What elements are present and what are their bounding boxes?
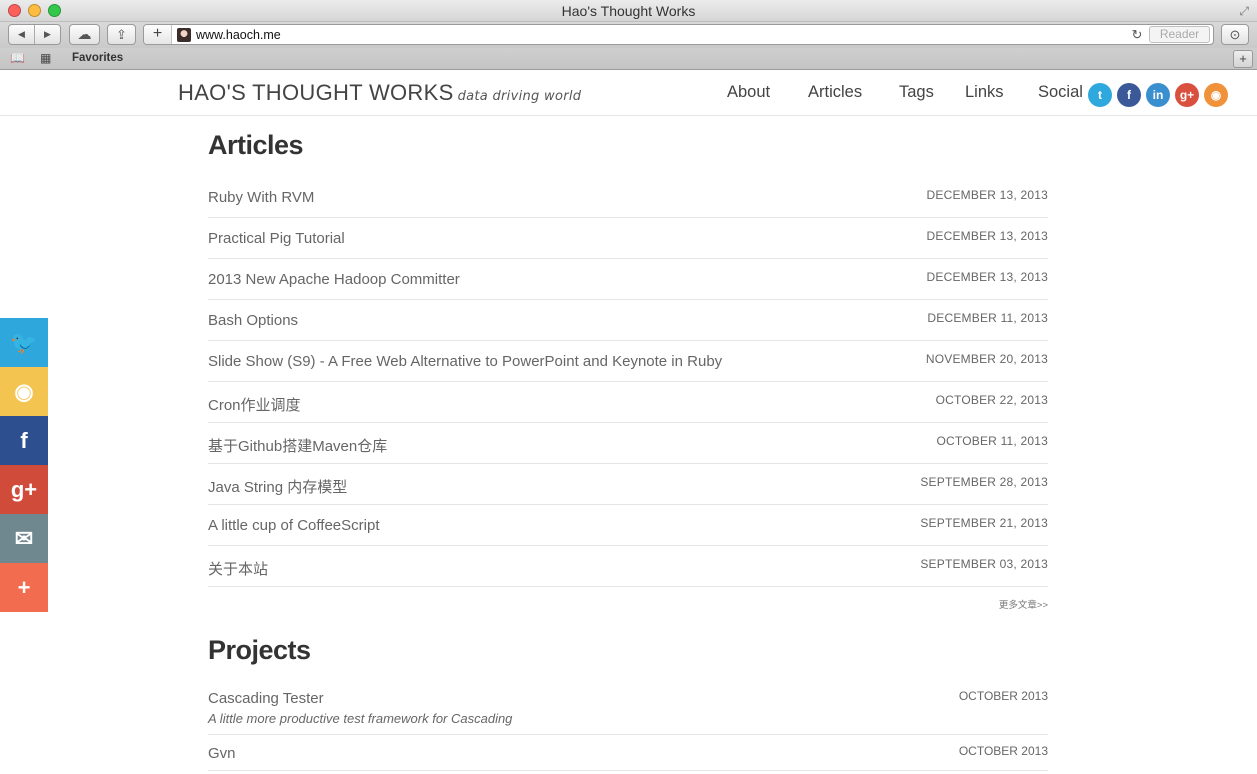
twitter-share-icon[interactable]: 🐦 — [0, 318, 48, 367]
site-tagline: data driving world — [457, 89, 582, 104]
back-forward-group: ◀ ▶ — [8, 24, 61, 45]
favorites-label[interactable]: Favorites — [72, 52, 123, 64]
article-date: OCTOBER 22, 2013 — [935, 393, 1048, 407]
article-date: DECEMBER 11, 2013 — [927, 311, 1048, 325]
article-title-link[interactable]: Practical Pig Tutorial — [208, 230, 345, 247]
back-icon[interactable]: ◀ — [9, 29, 34, 40]
fullscreen-icon[interactable]: ⤢ — [1239, 4, 1249, 19]
article-row: Java String 内存模型 SEPTEMBER 28, 2013 — [208, 464, 1048, 505]
article-title-link[interactable]: 2013 New Apache Hadoop Committer — [208, 271, 460, 288]
add-bookmark-plus-icon[interactable]: + — [1233, 50, 1253, 68]
article-row: 2013 New Apache Hadoop Committer DECEMBER… — [208, 259, 1048, 300]
article-date: DECEMBER 13, 2013 — [926, 188, 1048, 202]
more-share-icon[interactable]: + — [0, 563, 48, 612]
project-description: A little more productive test framework … — [208, 711, 513, 726]
nav-about[interactable]: About — [727, 83, 770, 102]
browser-toolbar: ◀ ▶ ☁ ⇪ + www.haoch.me ↻ Reader ⊙ — [0, 22, 1257, 48]
articles-heading: Articles — [208, 130, 304, 160]
site-header: HAO'S THOUGHT WORKS data driving world Ab… — [0, 71, 1257, 116]
project-title-link[interactable]: Cascading Tester — [208, 690, 1048, 707]
project-row: Cascading Tester A little more productive… — [208, 680, 1048, 735]
nav-articles[interactable]: Articles — [808, 83, 862, 102]
bookmarks-book-icon[interactable]: 📖 — [10, 51, 25, 65]
downloads-button[interactable]: ⊙ — [1221, 24, 1249, 45]
article-date: SEPTEMBER 28, 2013 — [920, 475, 1048, 489]
article-row: 基于Github搭建Maven仓库 OCTOBER 11, 2013 — [208, 423, 1048, 464]
main-content: Articles Ruby With RVM DECEMBER 13, 2013 P… — [208, 116, 1048, 771]
article-date: OCTOBER 11, 2013 — [936, 434, 1048, 448]
article-title-link[interactable]: Cron作业调度 — [208, 394, 301, 415]
share-button[interactable]: ⇪ — [107, 24, 136, 45]
projects-heading: Projects — [208, 635, 311, 665]
bookmarks-bar: 📖 ▦ Favorites + — [0, 48, 1257, 70]
article-title-link[interactable]: Java String 内存模型 — [208, 476, 347, 497]
project-row: Gvn OCTOBER 2013 — [208, 735, 1048, 771]
icloud-tabs-button[interactable]: ☁ — [69, 24, 100, 45]
article-title-link[interactable]: 基于Github搭建Maven仓库 — [208, 435, 387, 456]
share-icon: ⇪ — [116, 26, 127, 42]
article-row: 关于本站 SEPTEMBER 03, 2013 — [208, 546, 1048, 587]
article-row: Bash Options DECEMBER 11, 2013 — [208, 300, 1048, 341]
share-sidebar: 🐦 ◉ f g+ ✉ + — [0, 318, 48, 612]
article-row: A little cup of CoffeeScript SEPTEMBER 21… — [208, 505, 1048, 546]
download-icon: ⊙ — [1229, 26, 1241, 42]
nav-tags[interactable]: Tags — [899, 83, 934, 102]
url-input[interactable]: www.haoch.me — [196, 28, 1128, 42]
address-bar[interactable]: + www.haoch.me ↻ Reader — [143, 24, 1214, 45]
rss-icon[interactable]: ◉ — [1204, 83, 1228, 107]
more-articles-link[interactable]: 更多文章>> — [208, 597, 1048, 611]
article-row: Slide Show (S9) - A Free Web Alternative… — [208, 341, 1048, 382]
article-row: Practical Pig Tutorial DECEMBER 13, 2013 — [208, 218, 1048, 259]
article-title-link[interactable]: Ruby With RVM — [208, 189, 314, 206]
site-brand[interactable]: HAO'S THOUGHT WORKS data driving world — [178, 80, 581, 106]
nav-social[interactable]: Social — [1038, 83, 1083, 102]
article-title-link[interactable]: 关于本站 — [208, 558, 268, 579]
facebook-icon[interactable]: f — [1117, 83, 1141, 107]
new-tab-plus-icon[interactable]: + — [144, 25, 172, 44]
site-favicon-icon — [177, 27, 191, 42]
email-share-icon[interactable]: ✉ — [0, 514, 48, 563]
project-date: OCTOBER 2013 — [958, 744, 1048, 758]
article-list: Ruby With RVM DECEMBER 13, 2013 Practical … — [208, 177, 1048, 587]
google-plus-icon[interactable]: g+ — [1175, 83, 1199, 107]
top-sites-grid-icon[interactable]: ▦ — [40, 51, 51, 65]
article-date: DECEMBER 13, 2013 — [926, 270, 1048, 284]
article-title-link[interactable]: Bash Options — [208, 312, 298, 329]
twitter-icon[interactable]: t — [1088, 83, 1112, 107]
facebook-share-icon[interactable]: f — [0, 416, 48, 465]
article-row: Cron作业调度 OCTOBER 22, 2013 — [208, 382, 1048, 423]
window-title: Hao's Thought Works — [561, 3, 696, 19]
web-page: HAO'S THOUGHT WORKS data driving world Ab… — [0, 71, 1257, 774]
article-title-link[interactable]: Slide Show (S9) - A Free Web Alternative… — [208, 353, 722, 370]
nav-links[interactable]: Links — [965, 83, 1004, 102]
cloud-icon: ☁ — [77, 26, 92, 42]
article-date: NOVEMBER 20, 2013 — [925, 352, 1048, 366]
site-brand-title[interactable]: HAO'S THOUGHT WORKS — [178, 80, 454, 105]
article-row: Ruby With RVM DECEMBER 13, 2013 — [208, 177, 1048, 218]
window-titlebar: Hao's Thought Works ⤢ — [0, 0, 1257, 22]
weibo-share-icon[interactable]: ◉ — [0, 367, 48, 416]
article-date: DECEMBER 13, 2013 — [926, 229, 1048, 243]
reader-button[interactable]: Reader — [1149, 26, 1210, 43]
forward-icon[interactable]: ▶ — [35, 29, 60, 40]
article-date: SEPTEMBER 21, 2013 — [920, 516, 1048, 530]
reload-icon[interactable]: ↻ — [1128, 27, 1146, 43]
article-date: SEPTEMBER 03, 2013 — [920, 557, 1048, 571]
project-list: Cascading Tester A little more productive… — [208, 680, 1048, 771]
google-plus-share-icon[interactable]: g+ — [0, 465, 48, 514]
article-title-link[interactable]: A little cup of CoffeeScript — [208, 517, 379, 534]
project-date: OCTOBER 2013 — [958, 689, 1048, 703]
project-title-link[interactable]: Gvn — [208, 745, 1048, 762]
linkedin-icon[interactable]: in — [1146, 83, 1170, 107]
